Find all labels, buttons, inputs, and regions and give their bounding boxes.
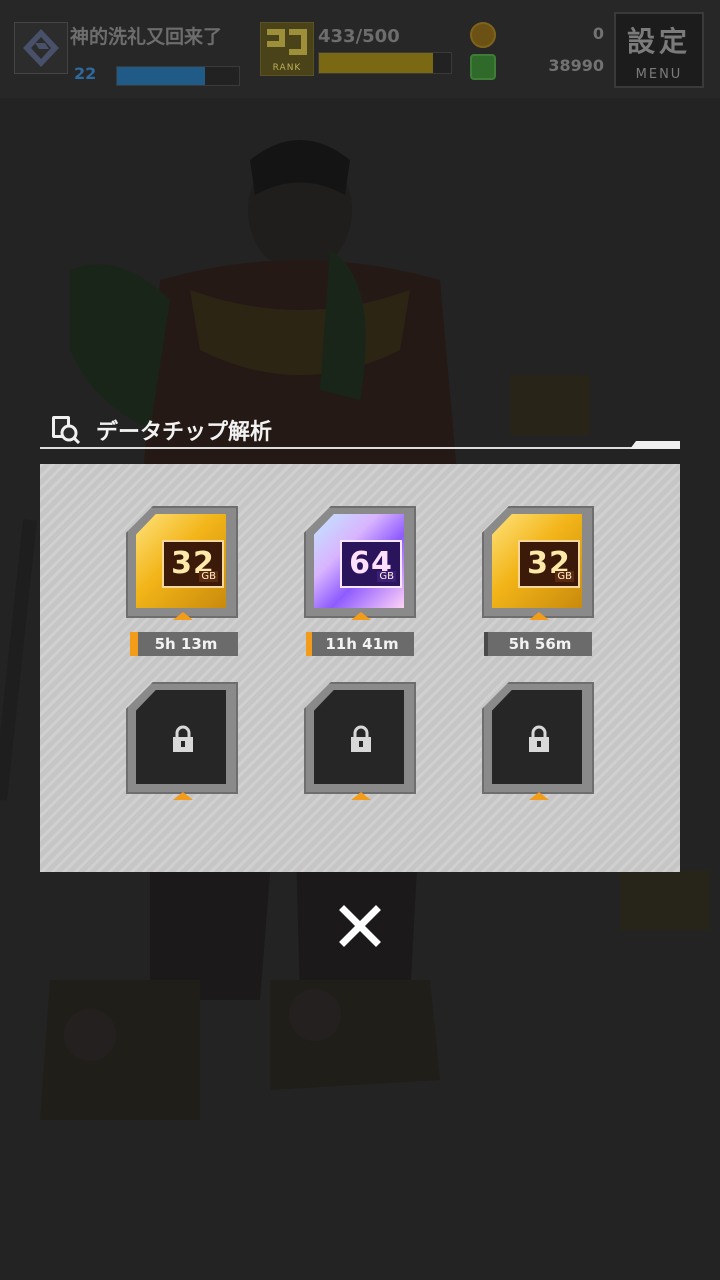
timer-progress [130,632,138,656]
chip-slot-1[interactable]: 32 GB [126,506,240,624]
rank-label: RANK [272,63,302,73]
datachip-panel: 32 GB 5h 13m 64 GB 11h 41m 32 GB 5h 56m [40,464,680,872]
gem-icon [470,54,496,80]
chip-timer-2: 11h 41m [306,632,414,656]
exp-bar-fill [117,67,205,85]
gem-count: 38990 [548,56,604,75]
chip-unit: GB [377,571,396,582]
chip-analyze-icon [52,416,80,444]
dialog-title: データチップ解析 [96,420,273,445]
slot-indicator-icon [529,612,549,620]
locked-slot-4[interactable] [126,682,240,800]
locked-slot-5[interactable] [304,682,418,800]
rank-stamina[interactable]: RANK 433/500 [258,20,454,80]
player-level: 22 [74,64,97,83]
timer-progress [306,632,312,656]
data-chip-icon: 32 GB [136,514,226,608]
stamina-text: 433/500 [318,26,400,47]
rank-badge: RANK [260,22,314,76]
timer-text: 11h 41m [325,635,399,653]
dialog-title-rule [40,447,680,449]
currency-panel[interactable]: 0 38990 [466,18,606,82]
slot-indicator-icon [173,612,193,620]
coin-icon [470,22,496,48]
menu-button[interactable]: 設定 MENU [614,12,704,88]
coin-count: 0 [592,24,604,43]
player-name: 神的洗礼又回来了 [70,26,223,48]
close-icon[interactable] [336,902,384,950]
lock-icon [529,725,549,752]
player-info[interactable]: 神的洗礼又回来了 22 [14,14,246,86]
chip-unit: GB [199,571,218,582]
menu-button-kanji: 設定 [626,25,691,58]
chip-timer-3: 5h 56m [484,632,592,656]
exp-bar [116,66,240,86]
chip-slot-3[interactable]: 32 GB [482,506,596,624]
chip-timer-1: 5h 13m [130,632,238,656]
chip-unit: GB [555,571,574,582]
data-chip-icon: 64 GB [314,514,404,608]
lock-icon [173,725,193,752]
stamina-bar-fill [319,53,434,73]
lock-icon [351,725,371,752]
rank-number-icon [267,29,307,55]
stamina-bar [318,52,452,74]
slot-indicator-icon [351,792,371,800]
top-hud: 神的洗礼又回来了 22 RANK 433/500 0 38990 設定 MENU [0,0,720,98]
data-chip-icon: 32 GB [492,514,582,608]
player-emblem-icon [14,22,68,74]
dialog-header: データチップ解析 [40,408,680,452]
dialog-title-rule-tab [630,441,680,449]
menu-button-label: MENU [635,67,683,82]
slot-indicator-icon [173,792,193,800]
slot-indicator-icon [529,792,549,800]
timer-text: 5h 13m [154,635,218,653]
chip-slot-2[interactable]: 64 GB [304,506,418,624]
slot-indicator-icon [351,612,371,620]
timer-text: 5h 56m [508,635,572,653]
locked-slot-6[interactable] [482,682,596,800]
